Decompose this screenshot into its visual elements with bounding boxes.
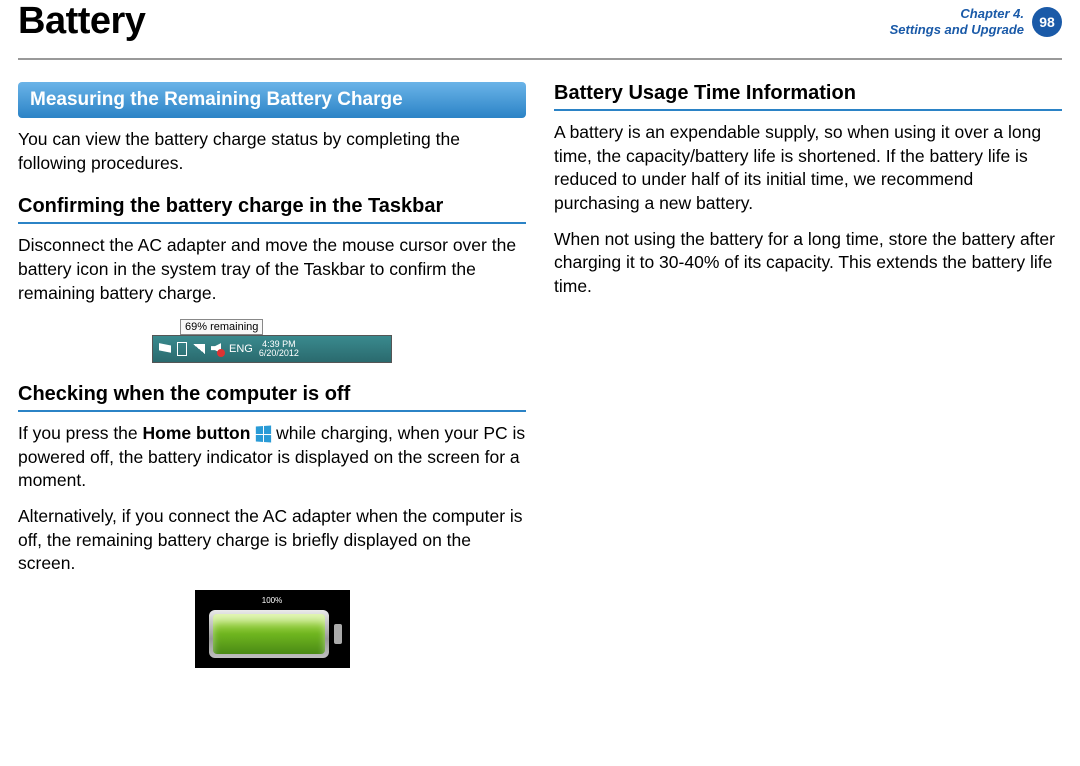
- clock: 4:39 PM 6/20/2012: [259, 340, 299, 358]
- chapter-info: Chapter 4. Settings and Upgrade 98: [890, 6, 1062, 39]
- p2-part-a: If you press the: [18, 423, 143, 443]
- taskbar-paragraph: Disconnect the AC adapter and move the m…: [18, 234, 526, 305]
- battery-fill: [213, 614, 325, 654]
- taskbar-screenshot: 69% remaining ENG 4:39 PM 6/20/2012: [152, 317, 392, 363]
- chapter-line2: Settings and Upgrade: [890, 22, 1024, 38]
- language-indicator: ENG: [229, 343, 253, 355]
- content-area: Measuring the Remaining Battery Charge Y…: [0, 70, 1080, 682]
- usage-paragraph-2: When not using the battery for a long ti…: [554, 228, 1062, 299]
- home-button-label: Home button: [143, 423, 251, 443]
- intro-text: You can view the battery charge status b…: [18, 128, 526, 175]
- ac-adapter-paragraph: Alternatively, if you connect the AC ada…: [18, 505, 526, 576]
- battery-tooltip: 69% remaining: [180, 319, 263, 335]
- left-column: Measuring the Remaining Battery Charge Y…: [18, 70, 526, 682]
- page-number-badge: 98: [1032, 7, 1062, 37]
- battery-tip: [334, 624, 342, 644]
- home-button-paragraph: If you press the Home button while charg…: [18, 422, 526, 493]
- network-icon: [193, 344, 205, 354]
- windows-home-icon: [255, 426, 271, 442]
- flag-icon: [159, 343, 171, 355]
- subheading-computer-off: Checking when the computer is off: [18, 383, 526, 412]
- battery-percent-label: 100%: [199, 594, 346, 605]
- usage-paragraph-1: A battery is an expendable supply, so wh…: [554, 121, 1062, 216]
- chapter-line1: Chapter 4.: [890, 6, 1024, 22]
- battery-icon: [177, 342, 187, 356]
- date-text: 6/20/2012: [259, 349, 299, 358]
- right-column: Battery Usage Time Information A battery…: [554, 70, 1062, 682]
- speaker-muted-icon: [211, 343, 223, 355]
- subheading-usage-time: Battery Usage Time Information: [554, 82, 1062, 111]
- page-title: Battery: [18, 0, 145, 43]
- taskbar-strip: ENG 4:39 PM 6/20/2012: [152, 335, 392, 363]
- section-banner-measuring: Measuring the Remaining Battery Charge: [18, 82, 526, 118]
- subheading-taskbar: Confirming the battery charge in the Tas…: [18, 195, 526, 224]
- battery-indicator-graphic: 100%: [195, 590, 350, 668]
- page-header: Battery Chapter 4. Settings and Upgrade …: [18, 0, 1062, 60]
- chapter-label: Chapter 4. Settings and Upgrade: [890, 6, 1024, 39]
